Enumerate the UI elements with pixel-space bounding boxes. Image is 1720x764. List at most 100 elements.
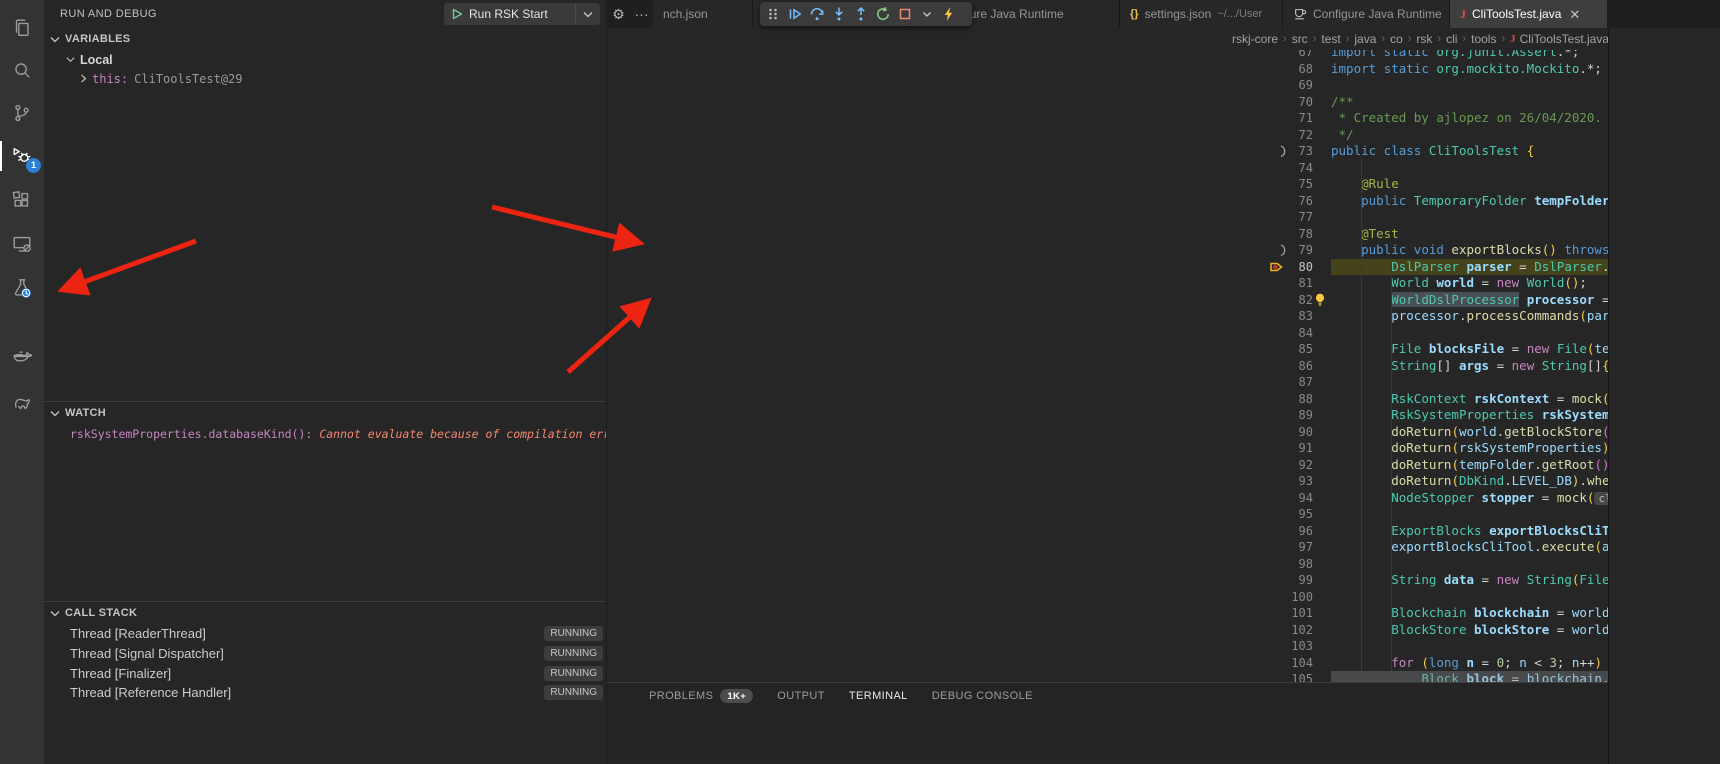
line-number[interactable]: 98 bbox=[1254, 556, 1313, 573]
breadcrumb-item-java[interactable]: java bbox=[1354, 32, 1376, 46]
line-number[interactable]: 70 bbox=[1254, 94, 1313, 111]
line-number[interactable]: 78 bbox=[1254, 226, 1313, 243]
json-file-icon: {} bbox=[1130, 8, 1139, 20]
line-number[interactable]: 97 bbox=[1254, 539, 1313, 556]
call-stack-thread-row[interactable]: Thread [Finalizer]RUNNING bbox=[44, 663, 607, 683]
line-number[interactable]: 74 bbox=[1254, 160, 1313, 177]
sidebar-editor-sash[interactable] bbox=[606, 0, 607, 764]
tab-clitoolstest.java[interactable]: JCliToolsTest.java✕ bbox=[1450, 0, 1608, 28]
line-number[interactable]: 93 bbox=[1254, 473, 1313, 490]
line-number[interactable]: 96 bbox=[1254, 523, 1313, 540]
breadcrumb-item-tools[interactable]: tools bbox=[1471, 32, 1496, 46]
line-number[interactable]: 83 bbox=[1254, 308, 1313, 325]
line-number[interactable]: 92 bbox=[1254, 457, 1313, 474]
breadcrumb-item-src[interactable]: src bbox=[1292, 32, 1308, 46]
line-number[interactable]: 87 bbox=[1254, 374, 1313, 391]
line-number[interactable]: 77 bbox=[1254, 209, 1313, 226]
indent-guide bbox=[1391, 258, 1392, 671]
line-number[interactable]: 99 bbox=[1254, 572, 1313, 589]
stop-button[interactable] bbox=[894, 3, 916, 25]
line-number[interactable]: 68 bbox=[1254, 61, 1313, 78]
drag-toolbar-handle[interactable] bbox=[762, 3, 784, 25]
debug-toolbar bbox=[760, 2, 972, 26]
continue-button[interactable] bbox=[784, 3, 806, 25]
settings-gear-icon[interactable]: ⚙ bbox=[607, 6, 630, 23]
close-icon[interactable]: ✕ bbox=[1569, 8, 1580, 21]
call-stack-thread-row[interactable]: Thread [ReaderThread]RUNNING bbox=[44, 624, 607, 644]
docker-icon bbox=[11, 345, 33, 367]
line-number[interactable]: 90 bbox=[1254, 424, 1313, 441]
watch-expression-row[interactable]: rskSystemProperties.databaseKind():Canno… bbox=[44, 424, 607, 443]
panel-tab-debug-console[interactable]: DEBUG CONSOLE bbox=[932, 690, 1033, 702]
variables-scope-local[interactable]: Local bbox=[44, 50, 607, 69]
line-number[interactable]: 89 bbox=[1254, 407, 1313, 424]
line-number[interactable]: 71 bbox=[1254, 110, 1313, 127]
breadcrumb-item-co[interactable]: co bbox=[1390, 32, 1403, 46]
panel-tab-output[interactable]: OUTPUT bbox=[777, 690, 825, 702]
line-number[interactable]: 85 bbox=[1254, 341, 1313, 358]
panel-tab-terminal[interactable]: TERMINAL bbox=[849, 690, 908, 702]
line-number[interactable]: 79 bbox=[1254, 242, 1313, 259]
breadcrumb-separator: › bbox=[1462, 33, 1466, 45]
breadcrumb-item-rskj-core[interactable]: rskj-core bbox=[1232, 32, 1278, 46]
bottom-panel: PROBLEMS1K+ OUTPUT TERMINAL DEBUG CONSOLE bbox=[607, 682, 1720, 764]
watch-label: WATCH bbox=[65, 407, 106, 419]
line-number[interactable]: 82 bbox=[1254, 292, 1313, 309]
line-number[interactable]: 76 bbox=[1254, 193, 1313, 210]
breadcrumb-separator: › bbox=[1283, 33, 1287, 45]
breadcrumb-item-clitoolstest-java[interactable]: JCliToolsTest.java bbox=[1510, 32, 1609, 46]
activity-item-run-and-debug[interactable]: 1 bbox=[0, 138, 44, 174]
line-number[interactable]: 86 bbox=[1254, 358, 1313, 375]
call-stack-section-header[interactable]: CALL STACK bbox=[44, 602, 607, 624]
activity-item-extensions[interactable] bbox=[0, 182, 44, 218]
line-number[interactable]: 91 bbox=[1254, 440, 1313, 457]
activity-item-explorer[interactable] bbox=[0, 10, 44, 46]
activity-item-search[interactable] bbox=[0, 52, 44, 88]
chevron-down-icon[interactable] bbox=[575, 3, 600, 25]
step-into-button[interactable] bbox=[828, 3, 850, 25]
breadcrumb-item-rsk[interactable]: rsk bbox=[1416, 32, 1432, 46]
stop-dropdown[interactable] bbox=[916, 3, 938, 25]
call-stack-thread-row[interactable]: Thread [Reference Handler]RUNNING bbox=[44, 683, 607, 703]
line-number[interactable]: 80 bbox=[1254, 259, 1313, 276]
run-config-button[interactable]: Run RSK Start bbox=[444, 3, 600, 25]
line-number[interactable]: 88 bbox=[1254, 391, 1313, 408]
panel-tab-label: DEBUG CONSOLE bbox=[932, 690, 1033, 702]
line-number[interactable]: 73 bbox=[1254, 143, 1313, 160]
line-number[interactable]: 81 bbox=[1254, 275, 1313, 292]
line-number[interactable]: 100 bbox=[1254, 589, 1313, 606]
activity-item-docker[interactable] bbox=[0, 338, 44, 374]
tab-nch.json[interactable]: nch.json bbox=[653, 0, 753, 28]
line-number[interactable]: 84 bbox=[1254, 325, 1313, 342]
line-number[interactable]: 101 bbox=[1254, 605, 1313, 622]
line-number[interactable]: 75 bbox=[1254, 176, 1313, 193]
activity-item-gradle[interactable] bbox=[0, 384, 44, 420]
variable-row[interactable]: this:CliToolsTest@29 bbox=[44, 69, 607, 88]
panel-tab-problems[interactable]: PROBLEMS1K+ bbox=[649, 689, 753, 703]
activity-item-testing[interactable] bbox=[0, 270, 44, 306]
line-number[interactable]: 72 bbox=[1254, 127, 1313, 144]
line-number[interactable]: 102 bbox=[1254, 622, 1313, 639]
variables-label: VARIABLES bbox=[65, 33, 130, 45]
breadcrumb-label: rskj-core bbox=[1232, 32, 1278, 46]
scm-icon bbox=[11, 102, 33, 124]
line-number[interactable]: 69 bbox=[1254, 77, 1313, 94]
activity-item-remote-explorer[interactable] bbox=[0, 226, 44, 262]
line-number[interactable]: 94 bbox=[1254, 490, 1313, 507]
line-number[interactable]: 103 bbox=[1254, 638, 1313, 655]
line-number[interactable]: 95 bbox=[1254, 506, 1313, 523]
watch-section-header[interactable]: WATCH bbox=[44, 402, 607, 424]
activity-item-source-control[interactable] bbox=[0, 95, 44, 131]
hot-code-replace-button[interactable] bbox=[938, 3, 960, 25]
variables-section-header[interactable]: VARIABLES bbox=[44, 28, 607, 50]
restart-button[interactable] bbox=[872, 3, 894, 25]
step-out-button[interactable] bbox=[850, 3, 872, 25]
tab-settings.json[interactable]: {}settings.json~/.../User bbox=[1120, 0, 1283, 28]
call-stack-thread-row[interactable]: Thread [Signal Dispatcher]RUNNING bbox=[44, 644, 607, 664]
more-actions-icon[interactable]: ··· bbox=[630, 6, 653, 22]
breadcrumb-item-cli[interactable]: cli bbox=[1446, 32, 1457, 46]
step-over-button[interactable] bbox=[806, 3, 828, 25]
tab-configure-java-runtime[interactable]: Configure Java Runtime bbox=[1283, 0, 1450, 28]
line-number[interactable]: 104 bbox=[1254, 655, 1313, 672]
breadcrumb-item-test[interactable]: test bbox=[1321, 32, 1340, 46]
